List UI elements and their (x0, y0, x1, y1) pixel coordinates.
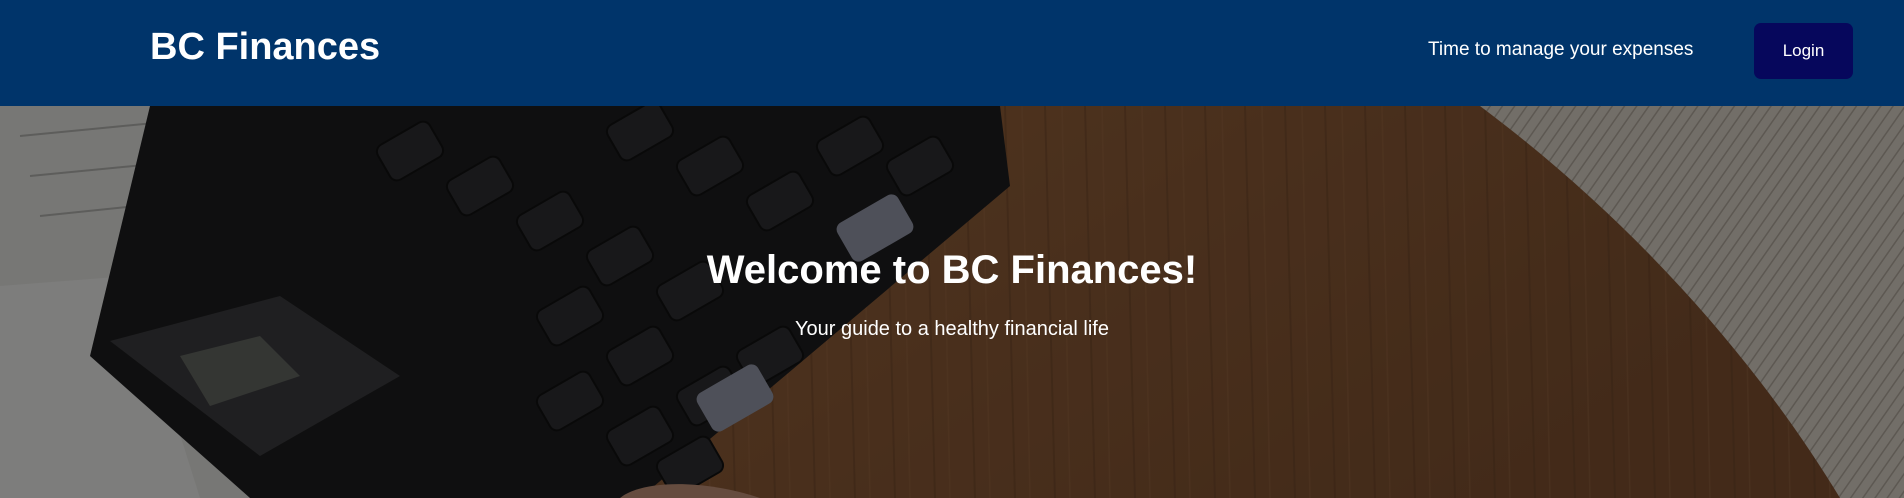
brand-logo-text[interactable]: BC Finances (150, 24, 380, 70)
login-button[interactable]: Login (1754, 23, 1853, 79)
navbar-tagline: Time to manage your expenses (1428, 39, 1694, 60)
hero-title: Welcome to BC Finances! (706, 248, 1198, 292)
navbar: BC Finances Time to manage your expenses… (0, 0, 1904, 106)
hero-dark-overlay (0, 106, 1904, 498)
hero-section: Welcome to BC Finances! Your guide to a … (0, 106, 1904, 498)
hero-subtitle: Your guide to a healthy financial life (795, 318, 1109, 340)
